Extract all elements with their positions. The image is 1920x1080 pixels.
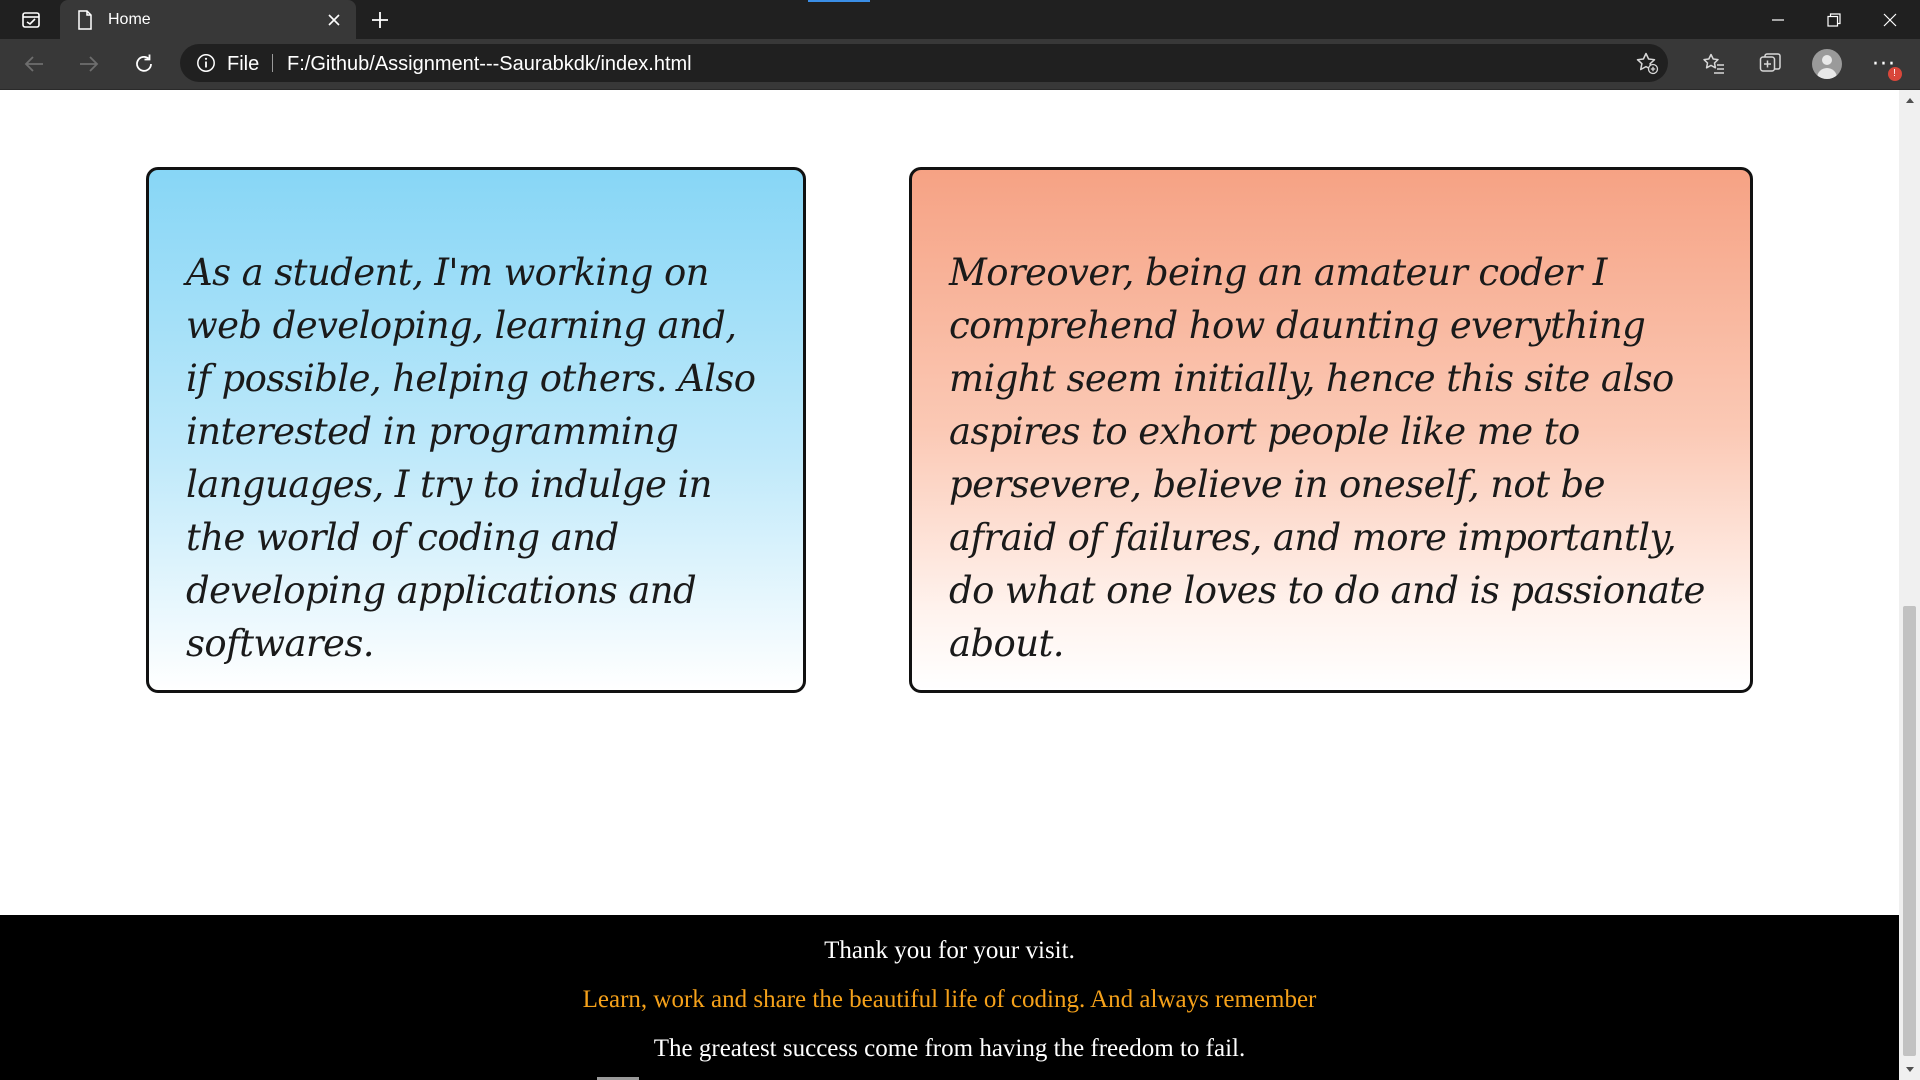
- navigation-toolbar: File F:/Github/Assignment---Saurabkdk/in…: [0, 39, 1920, 90]
- close-icon: [328, 13, 340, 26]
- footer-quote: The greatest success come from having th…: [653, 1035, 1246, 1062]
- new-tab-button[interactable]: [364, 5, 396, 35]
- reload-icon: [136, 54, 152, 72]
- close-window-button[interactable]: [1862, 0, 1917, 39]
- address-bar[interactable]: File F:/Github/Assignment---Saurabkdk/in…: [180, 44, 1668, 82]
- tab-home[interactable]: Home: [60, 0, 356, 39]
- add-favorite-icon: [1636, 52, 1659, 75]
- tab-actions-button[interactable]: [14, 6, 48, 34]
- chevron-down-icon: [1905, 1067, 1914, 1072]
- tab-title: Home: [108, 10, 151, 28]
- back-button[interactable]: [16, 47, 52, 81]
- minimize-button[interactable]: [1750, 0, 1805, 39]
- chevron-up-icon: [1905, 98, 1914, 103]
- footer-thanks: Thank you for your visit.: [824, 937, 1075, 964]
- reload-button[interactable]: [126, 47, 162, 81]
- favorites-icon: [1703, 53, 1724, 74]
- document-icon: [74, 9, 96, 31]
- forward-button[interactable]: [71, 47, 107, 81]
- more-button[interactable]: ···!: [1864, 47, 1904, 81]
- collections-button[interactable]: [1750, 47, 1790, 81]
- favorites-button[interactable]: [1694, 47, 1734, 81]
- url-scheme-label: File: [227, 53, 260, 75]
- about-card-text: Moreover, being an amateur coder I compr…: [949, 251, 1705, 665]
- collections-icon: [1759, 53, 1781, 72]
- close-tab-button[interactable]: [320, 6, 348, 34]
- plus-icon: [372, 12, 388, 28]
- tab-actions-icon: [22, 12, 40, 28]
- add-favorite-button[interactable]: [1632, 49, 1662, 77]
- url-text[interactable]: F:/Github/Assignment---Saurabkdk/index.h…: [287, 53, 692, 76]
- minimize-icon: [1771, 18, 1784, 21]
- scrollbar-thumb[interactable]: [1903, 606, 1916, 1056]
- profile-button[interactable]: [1807, 47, 1847, 81]
- page-viewport: As a student, I'm working on web develop…: [0, 90, 1899, 1080]
- loading-indicator: [808, 0, 870, 2]
- scroll-down-button[interactable]: [1899, 1060, 1920, 1080]
- restore-icon: [1826, 12, 1841, 27]
- about-card-amateur-coder: Moreover, being an amateur coder I compr…: [909, 167, 1753, 693]
- about-card-student: As a student, I'm working on web develop…: [146, 167, 806, 693]
- footer: Thank you for your visit. Learn, work an…: [0, 915, 1899, 1080]
- notification-badge: !: [1887, 66, 1902, 81]
- more-icon: ···!: [1872, 52, 1902, 81]
- close-window-icon: [1883, 13, 1896, 26]
- forward-arrow-icon: [80, 56, 99, 72]
- footer-motto: Learn, work and share the beautiful life…: [582, 986, 1317, 1013]
- about-card-text: As a student, I'm working on web develop…: [186, 251, 756, 665]
- url-separator: [272, 54, 273, 72]
- back-arrow-icon: [24, 56, 43, 72]
- info-icon[interactable]: [196, 53, 216, 73]
- tab-strip: Home: [0, 0, 1920, 39]
- vertical-scrollbar[interactable]: [1899, 90, 1920, 1080]
- profile-icon: [1812, 49, 1842, 79]
- restore-button[interactable]: [1806, 0, 1861, 39]
- scroll-up-button[interactable]: [1899, 90, 1920, 110]
